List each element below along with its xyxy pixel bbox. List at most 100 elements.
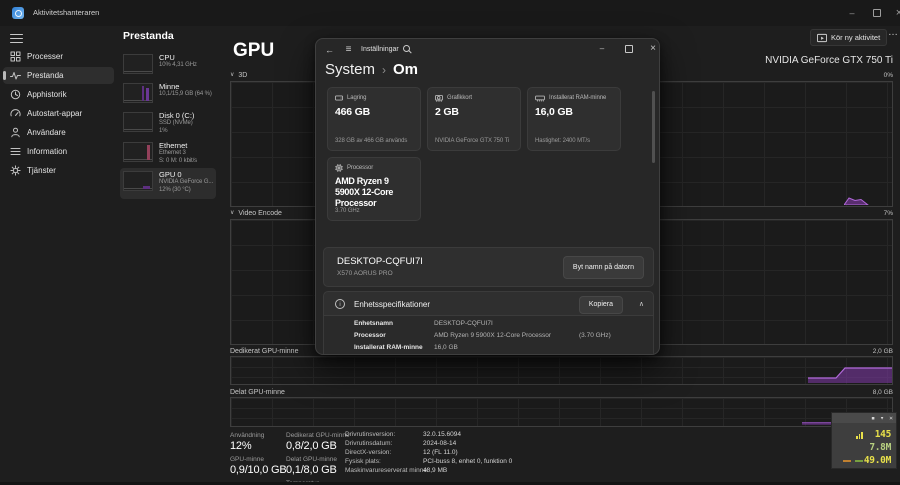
perf-item-detail: SSD (NVMe) (159, 120, 193, 126)
maximize-button[interactable] (620, 41, 638, 56)
settings-app-title: Inställningar (361, 46, 399, 53)
stat-label: Användning (230, 432, 265, 439)
close-icon: × (650, 43, 656, 54)
section-header-shared-memory[interactable]: Delat GPU-minne 8,0 GB (230, 387, 893, 397)
menu-icon[interactable] (10, 33, 23, 44)
device-motherboard: X570 AORUS PRO (337, 270, 393, 277)
services-gear-icon (10, 165, 21, 176)
search-icon[interactable] (403, 45, 412, 54)
overlay-titlebar: ▪ ▾ × (832, 413, 896, 423)
taskmanager-titlebar: Aktivitetshanteraren – × (0, 0, 900, 26)
card-detail: 328 GB av 466 GB används (335, 138, 408, 144)
sidebar-item-tjanster[interactable]: Tjänster (3, 162, 114, 179)
section-scale-label: 7% (883, 209, 893, 217)
details-list-icon (10, 148, 21, 155)
scrollbar[interactable] (652, 91, 655, 163)
sidebar-item-information[interactable]: Information (3, 143, 114, 160)
back-icon: ← (325, 44, 334, 55)
minimize-button[interactable]: – (841, 0, 863, 26)
sidebar-item-prestanda[interactable]: Prestanda (3, 67, 114, 84)
card-label: Grafikkort (447, 95, 473, 101)
page-title: Prestanda (123, 30, 174, 42)
taskmanager-window-title: Aktivitetshanteraren (33, 8, 100, 17)
gpu-mini-chart (123, 171, 153, 191)
maximize-button[interactable] (866, 0, 888, 26)
device-specs-header[interactable]: i Enhetsspecifikationer Kopiera ∧ (323, 291, 654, 316)
minimize-button[interactable]: – (593, 41, 611, 56)
perf-item-disk[interactable]: Disk 0 (C:) SSD (NVMe) 1% (120, 109, 216, 138)
ram-icon (535, 95, 545, 102)
perf-item-detail: 1% (159, 127, 168, 134)
sidebar-item-label: Autostart-appar (27, 109, 83, 118)
more-options-button[interactable]: … (886, 27, 900, 42)
nav-menu-button[interactable]: ≡ (341, 43, 356, 56)
minimize-icon: – (599, 44, 605, 53)
users-icon (11, 127, 20, 138)
stat-value: PCI-buss 8, enhet 0, funktion 0 (423, 458, 513, 465)
card-value: 2 GB (435, 106, 459, 118)
startup-gauge-icon (10, 109, 21, 117)
ethernet-mini-chart (123, 142, 153, 162)
run-new-task-button[interactable]: Kör ny aktivitet (810, 29, 888, 46)
perf-item-gpu[interactable]: GPU 0 NVIDIA GeForce G... 12% (30 °C) (120, 168, 216, 199)
close-button[interactable]: × (644, 41, 659, 56)
section-label: Video Encode (238, 209, 282, 217)
rename-pc-button[interactable]: Byt namn på datorn (562, 256, 644, 279)
desktop: Aktivitetshanteraren – × Processer Prest… (0, 0, 900, 485)
stat-value: 2024-08-14 (423, 440, 457, 447)
close-button[interactable]: × (888, 0, 900, 26)
gpu-3d-usage-curve (844, 197, 869, 205)
performance-overlay-widget: ▪ ▾ × 145 7.8M 49.0M (831, 412, 897, 469)
section-label: 3D (238, 71, 248, 79)
perf-item-memory[interactable]: Minne 10,1/15,9 GB (64 %) (120, 80, 216, 106)
overlay-window-icon[interactable]: ▪ (871, 413, 875, 423)
back-button[interactable]: ← (322, 43, 337, 56)
perf-item-detail: 12% (30 °C) (159, 186, 191, 193)
sidebar-item-anvandare[interactable]: Användare (3, 124, 114, 141)
device-specs-expander: i Enhetsspecifikationer Kopiera ∧ Enhets… (323, 291, 654, 354)
stat-key: Drivrutinsdatum: (345, 440, 393, 447)
stat-value: 0,8/2,0 GB (286, 440, 337, 452)
perf-item-name: Minne (159, 82, 180, 91)
stat-label: Delat GPU-minne (286, 456, 337, 463)
chevron-up-icon[interactable]: ∧ (639, 300, 644, 308)
overlay-value-3: 49.0M (863, 455, 891, 466)
sidebar-item-apphistorik[interactable]: Apphistorik (3, 86, 114, 103)
spec-label: Processor (354, 332, 386, 339)
card-value: AMD Ryzen 9 5900X 12-Core Processor (335, 176, 394, 208)
stat-value: 48,9 MB (423, 467, 448, 474)
sidebar-item-autostart[interactable]: Autostart-appar (3, 105, 114, 122)
minimize-icon: – (849, 8, 855, 18)
gpu-icon (435, 95, 443, 102)
stat-label: Dedikerat GPU-minne (286, 432, 350, 439)
perf-item-name: CPU (159, 53, 175, 62)
device-name: DESKTOP-CQFUI7I (337, 256, 423, 267)
perf-item-cpu[interactable]: CPU 10% 4,31 GHz (120, 51, 216, 77)
overlay-fps-value: 145 (874, 429, 892, 440)
overlay-close-icon[interactable]: × (889, 413, 893, 423)
stat-label: GPU-minne (230, 456, 264, 463)
stat-value: 12% (230, 440, 252, 452)
device-name-block: DESKTOP-CQFUI7I X570 AORUS PRO Byt namn … (323, 247, 654, 287)
stat-key: DirectX-version: (345, 449, 392, 456)
run-new-task-label: Kör ny aktivitet (831, 33, 881, 42)
device-specs-title: Enhetsspecifikationer (354, 300, 431, 309)
sidebar-item-label: Användare (27, 128, 66, 137)
overlay-value-2: 7.8M (869, 442, 891, 453)
section-label: Dedikerat GPU-minne (230, 347, 299, 355)
perf-item-name: Disk 0 (C:) (159, 111, 195, 120)
breadcrumb-system[interactable]: System (325, 61, 375, 78)
section-scale-label: 2,0 GB (872, 347, 893, 355)
stat-key: Maskinvarureserverat minne: (345, 467, 429, 474)
maximize-icon (625, 44, 633, 53)
copy-button[interactable]: Kopiera (578, 296, 623, 314)
perf-item-ethernet[interactable]: Ethernet Ethernet 3 S: 0 M: 0 kbit/s (120, 139, 216, 166)
sidebar-item-processer[interactable]: Processer (3, 48, 114, 65)
stat-value: 0,1/8,0 GB (286, 464, 337, 476)
chevron-down-icon: ∨ (230, 210, 235, 216)
card-detail: NVIDIA GeForce GTX 750 Ti (435, 138, 510, 144)
overlay-collapse-icon[interactable]: ▾ (880, 413, 884, 423)
stat-value: 0,9/10,0 GB (230, 464, 287, 476)
spec-value: 16,0 GB (434, 344, 458, 351)
spec-extra: (3.70 GHz) (579, 332, 611, 339)
